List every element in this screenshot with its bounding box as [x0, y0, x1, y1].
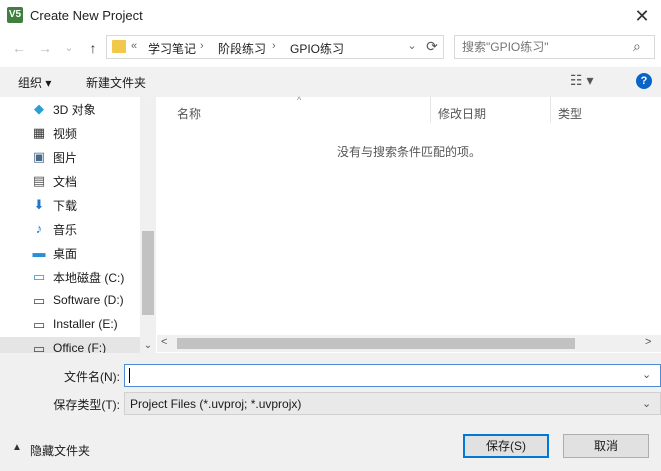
filetype-value: Project Files (*.uvproj; *.uvprojx)	[130, 397, 302, 411]
toolbar: 组织 ▾ 新建文件夹 ☷ ▾ ?	[0, 67, 661, 97]
file-list: ^ 名称 修改日期 类型 没有与搜索条件匹配的项。 < >	[157, 95, 661, 353]
sidebar-item-label: 3D 对象	[53, 103, 96, 117]
window-title: Create New Project	[30, 8, 143, 23]
breadcrumb-separator[interactable]: ›	[272, 40, 276, 52]
cube-icon: ◆	[34, 101, 44, 116]
music-icon: ♪	[35, 221, 43, 236]
sidebar-item-label: 桌面	[53, 247, 78, 261]
horizontal-scrollbar[interactable]: < >	[157, 335, 661, 352]
sidebar-item[interactable]: ▣ 图片	[0, 145, 140, 169]
document-icon: ▤	[32, 173, 46, 188]
sidebar-item[interactable]: ▭ Office (F:)	[0, 337, 140, 353]
sidebar-item-label: 视频	[53, 127, 78, 141]
empty-message: 没有与搜索条件匹配的项。	[336, 145, 481, 159]
sidebar-item[interactable]: ▭ 本地磁盘 (C:)	[0, 265, 140, 289]
breadcrumb-item[interactable]: 学习笔记	[148, 40, 196, 57]
windows-drive-icon: ▭	[32, 269, 46, 284]
filename-label: 文件名(N):	[64, 370, 120, 384]
address-bar[interactable]: « 学习笔记 › 阶段练习 › GPIO练习 ⌄ ⟳	[106, 35, 444, 59]
new-folder-button[interactable]: 新建文件夹	[86, 74, 146, 91]
sidebar-item-label: 图片	[53, 151, 78, 165]
text-caret	[129, 368, 130, 383]
cancel-button[interactable]: 取消	[563, 434, 649, 458]
close-button[interactable]: ✕	[625, 2, 659, 30]
back-button[interactable]: ←	[10, 38, 28, 58]
address-dropdown-button[interactable]: ⌄	[404, 39, 420, 52]
sidebar-item[interactable]: ▭ Software (D:)	[0, 289, 140, 313]
sidebar-item[interactable]: ▭ Installer (E:)	[0, 313, 140, 337]
desktop-icon: ▬	[32, 245, 46, 260]
column-divider[interactable]	[430, 97, 431, 123]
save-button[interactable]: 保存(S)	[463, 434, 549, 458]
filetype-label: 保存类型(T):	[53, 398, 120, 412]
drive-icon: ▭	[32, 317, 46, 332]
refresh-button[interactable]: ⟳	[423, 38, 441, 55]
search-box[interactable]: ⌕	[454, 35, 655, 59]
filename-input[interactable]	[129, 368, 629, 382]
column-header-name[interactable]: 名称	[177, 105, 201, 122]
filename-dropdown-button[interactable]: ⌄	[642, 368, 651, 381]
sidebar-item[interactable]: ▬ 桌面	[0, 241, 140, 265]
column-divider[interactable]	[550, 97, 551, 123]
address-overflow[interactable]: «	[131, 40, 137, 52]
app-icon: V5	[7, 7, 23, 23]
sidebar-item-label: Installer (E:)	[53, 317, 118, 331]
filetype-select[interactable]: Project Files (*.uvproj; *.uvprojx) ⌄	[124, 392, 661, 415]
column-header-type[interactable]: 类型	[558, 105, 582, 122]
forward-button[interactable]: →	[36, 38, 54, 58]
help-icon[interactable]: ?	[636, 73, 652, 89]
organize-button[interactable]: 组织 ▾	[18, 74, 51, 91]
sidebar-item[interactable]: ▤ 文档	[0, 169, 140, 193]
picture-icon: ▣	[32, 149, 46, 164]
drive-icon: ▭	[32, 293, 46, 308]
drive-icon: ▭	[32, 341, 46, 354]
sidebar-item-label: Software (D:)	[53, 293, 124, 307]
sidebar-item[interactable]: ▦ 视频	[0, 121, 140, 145]
sidebar-item-label: 本地磁盘 (C:)	[53, 271, 125, 285]
breadcrumb-separator[interactable]: ›	[200, 40, 204, 52]
navigation-pane: ◆ 3D 对象 ▦ 视频 ▣ 图片 ▤ 文档 ⬇ 下载 ♪ 音乐 ▬ 桌面 ▭ 本地磁盘 (C:) ▭ Softw…	[0, 97, 156, 353]
sidebar-scroll-thumb[interactable]	[142, 231, 154, 315]
sidebar-item[interactable]: ◆ 3D 对象	[0, 97, 140, 121]
folder-icon	[112, 40, 126, 53]
sidebar-item[interactable]: ♪ 音乐	[0, 217, 140, 241]
sidebar-item[interactable]: ⬇ 下载	[0, 193, 140, 217]
scroll-left-button[interactable]: <	[161, 336, 167, 348]
breadcrumb-item[interactable]: GPIO练习	[290, 40, 344, 57]
view-options-button[interactable]: ☷ ▾	[570, 72, 610, 89]
recent-locations-button[interactable]: ⌄	[60, 38, 78, 58]
hide-folders-label: 隐藏文件夹	[30, 444, 91, 458]
sidebar-item-label: Office (F:)	[53, 341, 107, 353]
filetype-dropdown-button[interactable]: ⌄	[642, 397, 651, 410]
horizontal-scroll-thumb[interactable]	[177, 338, 575, 349]
scroll-right-button[interactable]: >	[645, 336, 651, 348]
save-form: 文件名(N): ⌄ 保存类型(T): Project Files (*.uvpr…	[0, 353, 661, 471]
sidebar-item-label: 音乐	[53, 223, 78, 237]
sort-ascending-icon: ^	[297, 95, 302, 105]
search-icon[interactable]: ⌕	[633, 38, 641, 55]
film-icon: ▦	[32, 125, 46, 140]
sidebar-scroll-down-button[interactable]: ⌄	[140, 339, 156, 353]
title-bar: V5 Create New Project ✕	[0, 0, 661, 31]
sidebar-item-label: 文档	[53, 175, 78, 189]
breadcrumb-item[interactable]: 阶段练习	[218, 40, 266, 57]
column-header-modified[interactable]: 修改日期	[438, 105, 486, 122]
search-input[interactable]	[462, 40, 627, 54]
download-icon: ⬇	[33, 197, 45, 212]
up-button[interactable]: ↑	[84, 38, 102, 58]
chevron-up-icon: ▲	[12, 442, 22, 453]
filename-field[interactable]: ⌄	[124, 364, 661, 387]
sidebar-item-label: 下载	[53, 199, 78, 213]
